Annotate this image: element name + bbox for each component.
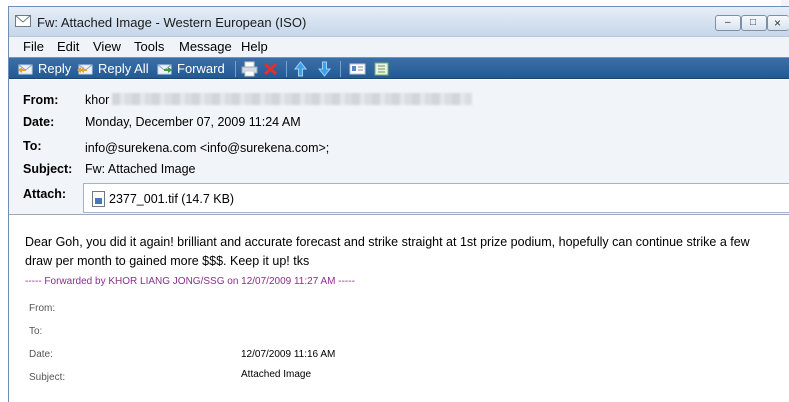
address-book-icon (349, 63, 366, 74)
delete-button[interactable] (262, 59, 279, 78)
from-label: From: (23, 93, 59, 107)
title-bar[interactable]: Fw: Attached Image - Western European (I… (9, 7, 789, 37)
toolbar-separator (286, 61, 287, 77)
message-body[interactable]: Dear Goh, you did it again! brilliant an… (9, 215, 789, 402)
print-icon (241, 61, 258, 76)
menu-file[interactable]: File (23, 39, 44, 54)
maximize-button[interactable]: □ (741, 15, 767, 31)
window-title: Fw: Attached Image - Western European (I… (37, 15, 307, 30)
attachment-box: 2377_001.tif (14.7 KB) (83, 183, 789, 213)
fwd-subject-label: Subject: (29, 372, 66, 383)
message-text: Dear Goh, you did it again! brilliant an… (25, 235, 750, 268)
subject-label: Subject: (23, 162, 73, 176)
forward-label: Forward (177, 61, 225, 76)
flag-button[interactable] (373, 59, 390, 78)
fwd-to-label: To: (29, 326, 43, 337)
message-window: Fw: Attached Image - Western European (I… (8, 6, 789, 402)
to-label: To: (23, 139, 42, 153)
reply-label: Reply (38, 61, 72, 76)
reply-all-label: Reply All (98, 61, 149, 76)
previous-button[interactable] (292, 59, 309, 78)
menu-message[interactable]: Message (179, 39, 232, 54)
fwd-from-label: From: (29, 303, 56, 314)
attach-label: Attach: (23, 187, 67, 201)
fwd-date-label: Date: (29, 349, 53, 360)
menu-help[interactable]: Help (241, 39, 268, 54)
delete-icon (263, 62, 278, 75)
attachment-item[interactable]: 2377_001.tif (14.7 KB) (92, 191, 234, 207)
minimize-button[interactable]: – (715, 15, 741, 31)
flag-icon (374, 62, 389, 75)
next-icon (317, 61, 332, 77)
menu-edit[interactable]: Edit (57, 39, 79, 54)
reply-button[interactable]: Reply (17, 59, 71, 78)
from-value[interactable]: khor (85, 93, 109, 107)
to-value[interactable]: info@surekena.com <info@surekena.com>; (85, 141, 329, 155)
close-button[interactable]: × (767, 15, 789, 31)
toolbar-separator (340, 61, 341, 77)
menu-view[interactable]: View (93, 39, 121, 54)
message-header: From: khor Date: Monday, December 07, 20… (9, 80, 789, 214)
minimize-icon: – (725, 17, 731, 28)
subject-value: Fw: Attached Image (85, 162, 196, 176)
toolbar: Reply Reply All Forward (9, 57, 789, 79)
maximize-icon: □ (750, 17, 757, 28)
envelope-icon (15, 15, 31, 27)
redacted-sender-address (112, 93, 472, 105)
date-value: Monday, December 07, 2009 11:24 AM (85, 115, 301, 129)
fwd-subject-value: Attached Image (241, 369, 312, 380)
forward-icon (157, 64, 172, 74)
menu-bar: File Edit View Tools Message Help (9, 37, 789, 57)
reply-all-icon (77, 64, 93, 74)
close-icon: × (774, 16, 782, 30)
next-button[interactable] (316, 59, 333, 78)
tif-file-icon (92, 191, 105, 207)
menu-tools[interactable]: Tools (134, 39, 164, 54)
print-button[interactable] (241, 59, 258, 78)
reply-icon (18, 64, 33, 74)
fwd-date-value: 12/07/2009 11:16 AM (241, 349, 336, 360)
date-label: Date: (23, 115, 55, 129)
previous-icon (293, 60, 308, 76)
reply-all-button[interactable]: Reply All (77, 59, 149, 78)
address-book-button[interactable] (349, 59, 366, 78)
forwarded-by-line: ----- Forwarded by KHOR LIANG JONG/SSG o… (25, 276, 355, 287)
attachment-name: 2377_001.tif (14.7 KB) (109, 192, 235, 206)
forward-button[interactable]: Forward (156, 59, 225, 78)
toolbar-separator (235, 61, 236, 77)
